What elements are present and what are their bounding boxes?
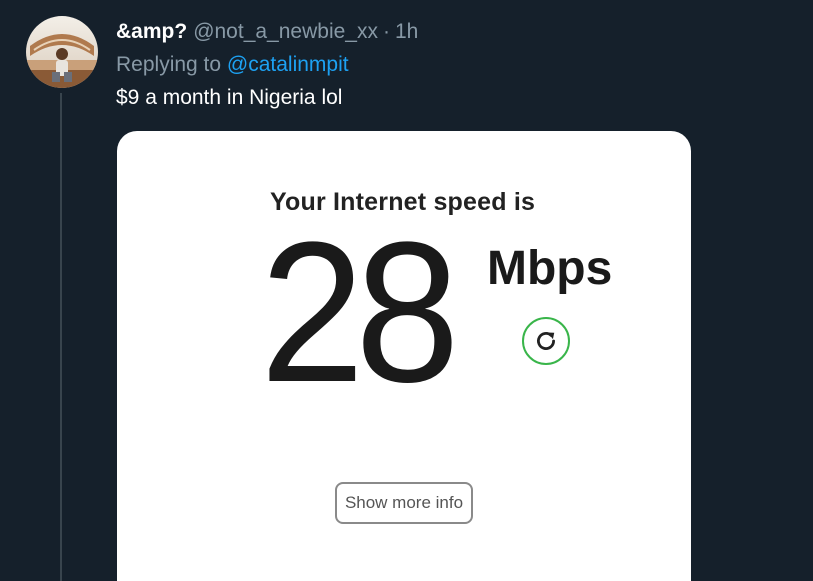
- replying-to-line: Replying to @catalinmpit: [116, 51, 349, 79]
- replying-to-mention[interactable]: @catalinmpit: [227, 53, 349, 76]
- tweet-reply-view: &amp? @not_a_newbie_xx · 1h Replying to @ca…: [0, 0, 813, 581]
- tweet-media-image[interactable]: Your Internet speed is 28 Mbps Show more…: [117, 131, 691, 581]
- avatar-photo: [26, 16, 98, 88]
- speed-value: 28: [260, 201, 460, 424]
- display-name[interactable]: &amp?: [116, 20, 187, 43]
- tweet-timestamp[interactable]: 1h: [395, 20, 418, 43]
- user-handle[interactable]: @not_a_newbie_xx: [193, 20, 378, 43]
- speed-unit: Mbps: [487, 242, 613, 295]
- avatar[interactable]: [26, 16, 98, 88]
- thread-line: [60, 93, 62, 581]
- replying-to-prefix: Replying to: [116, 53, 222, 76]
- separator-dot: ·: [382, 20, 390, 43]
- refresh-button[interactable]: [522, 317, 570, 365]
- tweet-text: $9 a month in Nigeria lol: [116, 86, 343, 109]
- refresh-icon: [537, 332, 555, 350]
- tweet-header: &amp? @not_a_newbie_xx · 1h: [116, 18, 418, 46]
- show-more-info-button[interactable]: Show more info: [335, 482, 473, 524]
